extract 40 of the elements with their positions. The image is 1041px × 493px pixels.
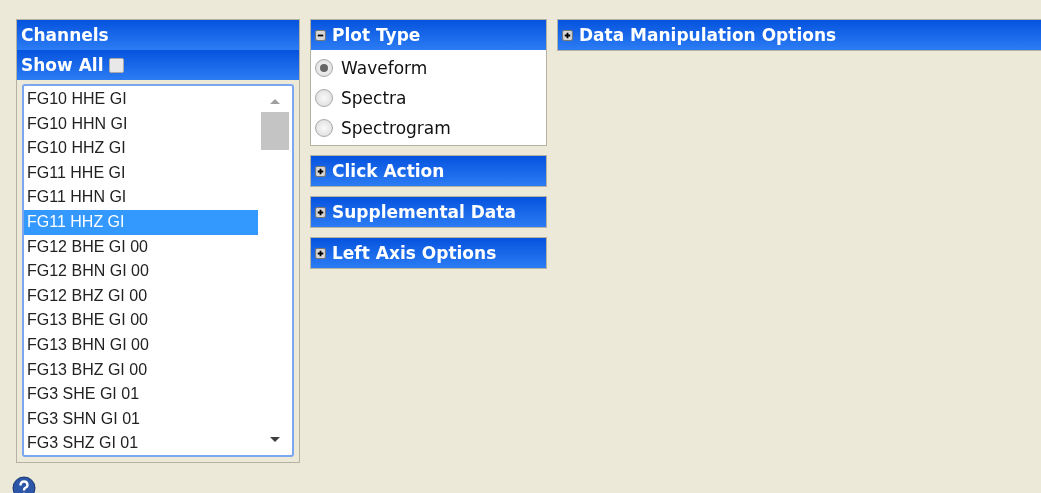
collapse-icon[interactable]	[315, 29, 326, 41]
panel-header[interactable]: Left Axis Options	[311, 238, 546, 268]
help-icon[interactable]	[12, 476, 36, 493]
panel-header[interactable]: Plot Type	[311, 20, 546, 50]
show-all-toggle[interactable]: Show All	[17, 50, 299, 80]
plot-type-option[interactable]: Waveform	[315, 53, 542, 83]
channel-item[interactable]: FG13 BHE GI 00	[24, 308, 258, 333]
expand-icon[interactable]	[315, 247, 326, 259]
radio-button[interactable]	[315, 89, 333, 107]
panel-header[interactable]: Click Action	[311, 156, 546, 186]
channel-item[interactable]: FG11 HHN GI	[24, 185, 258, 210]
channel-item[interactable]: FG10 HHE GI	[24, 87, 258, 112]
show-all-checkbox[interactable]	[109, 57, 125, 73]
channel-item[interactable]: FG10 HHZ GI	[24, 136, 258, 161]
scroll-thumb[interactable]	[261, 112, 289, 150]
panel-title: Supplemental Data	[332, 202, 516, 222]
channels-header: Channels	[17, 20, 299, 50]
channel-item[interactable]: FG12 BHZ GI 00	[24, 283, 258, 309]
panel-header[interactable]: Supplemental Data	[311, 197, 546, 227]
panel-title: Plot Type	[332, 25, 421, 45]
channel-item[interactable]: FG12 BHE GI 00	[24, 234, 258, 260]
channel-item[interactable]: FG10 HHN GI	[24, 111, 258, 137]
radio-button[interactable]	[315, 119, 333, 137]
panel-title: Left Axis Options	[332, 243, 497, 263]
expand-icon[interactable]	[315, 165, 326, 177]
expand-icon[interactable]	[315, 206, 326, 218]
channel-item[interactable]: FG12 BHN GI 00	[24, 259, 258, 284]
channel-item[interactable]: FG3 SHZ GI 01	[24, 431, 258, 455]
panel-title: Data Manipulation Options	[579, 25, 837, 45]
expand-icon[interactable]	[562, 29, 573, 41]
channel-item[interactable]: FG3 SHN GI 01	[24, 406, 258, 432]
panel-header[interactable]: Data Manipulation Options	[558, 20, 1041, 50]
channel-item[interactable]: FG13 BHN GI 00	[24, 332, 258, 358]
channel-item[interactable]: FG3 SHE GI 01	[24, 382, 258, 407]
plot-type-option[interactable]: Spectra	[315, 83, 542, 113]
channel-item[interactable]: FG11 HHE GI	[24, 160, 258, 186]
channel-item[interactable]: FG13 BHZ GI 00	[24, 357, 258, 383]
plot-type-option[interactable]: Spectrogram	[315, 113, 542, 143]
radio-button[interactable]	[315, 59, 333, 77]
panel-title: Click Action	[332, 161, 445, 181]
